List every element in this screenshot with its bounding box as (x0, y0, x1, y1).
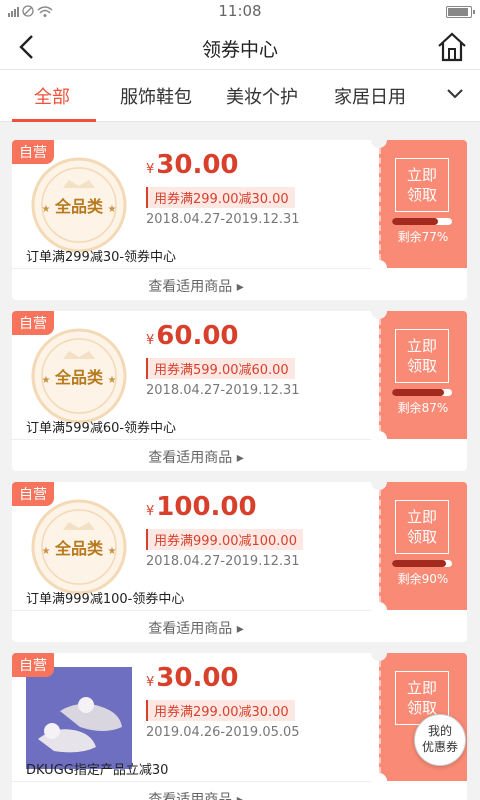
remaining-text: 剩余77% (397, 230, 449, 244)
divider (12, 781, 380, 782)
claim-panel[interactable]: 立即 领取 剩余87% (371, 311, 467, 447)
status-time: 11:08 (218, 2, 262, 20)
self-operated-tag: 自营 (12, 653, 54, 677)
coupon-date: 2018.04.27-2019.12.31 (146, 212, 300, 227)
view-applicable-goods-link[interactable]: 查看适用商品 ▸ (12, 789, 380, 800)
status-bar: 11:08 (0, 0, 480, 24)
coupon-description: DKUGG指定产品立减30 (26, 763, 169, 778)
chevron-down-icon[interactable] (446, 87, 464, 101)
self-operated-tag: 自营 (12, 482, 54, 506)
remaining-progress (392, 560, 452, 567)
tab-beauty[interactable]: 美妆个护 (226, 83, 298, 109)
badge-label: 全品类 (54, 197, 104, 216)
svg-text:★: ★ (42, 375, 51, 386)
coupon-date: 2018.04.27-2019.12.31 (146, 383, 300, 398)
coupon-card: 自营 ¥30.00 用券满299.00减30.00 2019.04.26-201… (12, 653, 467, 800)
divider (12, 268, 380, 269)
coupon-amount: ¥30.00 (146, 150, 239, 180)
svg-text:★: ★ (42, 546, 51, 557)
remaining-text: 剩余87% (397, 401, 449, 415)
claim-panel[interactable]: 立即 领取 剩余77% (371, 140, 467, 276)
remaining-text: 剩余90% (397, 572, 449, 586)
badge-label: 全品类 (54, 368, 104, 387)
home-icon[interactable] (436, 31, 468, 63)
coupon-description: 订单满999减100-领券中心 (26, 592, 185, 607)
coupon-condition: 用券满299.00减30.00 (146, 700, 295, 721)
badge-label: 全品类 (54, 539, 104, 558)
view-applicable-goods-link[interactable]: 查看适用商品 ▸ (12, 447, 380, 467)
coupon-condition: 用券满299.00减30.00 (146, 187, 295, 208)
page-title: 领券中心 (201, 39, 278, 61)
claim-button[interactable]: 立即 领取 (395, 158, 449, 212)
tab-apparel[interactable]: 服饰鞋包 (120, 83, 192, 109)
remaining-progress (392, 218, 452, 225)
all-category-badge-icon: 全品类 ★ ★ (31, 328, 127, 424)
self-operated-tag: 自营 (12, 140, 54, 164)
self-operated-tag: 自营 (12, 311, 54, 335)
category-tabs: 全部 服饰鞋包 美妆个护 家居日用 (0, 70, 480, 122)
svg-text:★: ★ (108, 375, 117, 386)
view-applicable-goods-link[interactable]: 查看适用商品 ▸ (12, 276, 380, 296)
active-tab-indicator (12, 119, 96, 122)
coupon-condition: 用券满599.00减60.00 (146, 358, 295, 379)
view-applicable-goods-link[interactable]: 查看适用商品 ▸ (12, 618, 380, 638)
coupon-amount: ¥60.00 (146, 321, 239, 351)
coupon-amount: ¥30.00 (146, 663, 239, 693)
claim-button[interactable]: 立即 领取 (395, 329, 449, 383)
svg-text:★: ★ (108, 204, 117, 215)
divider (12, 439, 380, 440)
nav-bar: 领券中心 (0, 24, 480, 70)
coupon-card: 全品类 ★ ★ 自营 ¥60.00 用券满599.00减60.00 2018.0… (12, 311, 467, 471)
coupon-date: 2018.04.27-2019.12.31 (146, 554, 300, 569)
coupon-card: 全品类 ★ ★ 自营 ¥100.00 用券满999.00减100.00 2018… (12, 482, 467, 642)
divider (12, 610, 380, 611)
my-coupons-button[interactable]: 我的 优惠券 (414, 714, 466, 766)
claim-panel[interactable]: 立即 领取 剩余90% (371, 482, 467, 618)
coupon-date: 2019.04.26-2019.05.05 (146, 725, 300, 740)
svg-text:★: ★ (42, 204, 51, 215)
coupon-description: 订单满299减30-领券中心 (26, 250, 177, 265)
all-category-badge-icon: 全品类 ★ ★ (31, 157, 127, 253)
claim-button[interactable]: 立即 领取 (395, 500, 449, 554)
all-category-badge-icon: 全品类 ★ ★ (31, 499, 127, 595)
shoe-product-image (26, 667, 132, 769)
coupon-condition: 用券满999.00减100.00 (146, 529, 303, 550)
coupon-amount: ¥100.00 (146, 492, 257, 522)
tab-home[interactable]: 家居日用 (334, 83, 406, 109)
coupon-card: 全品类 ★ ★ 自营 ¥30.00 用券满299.00减30.00 2018.0… (12, 140, 467, 300)
svg-text:★: ★ (108, 546, 117, 557)
tab-all[interactable]: 全部 (34, 83, 70, 109)
remaining-progress (392, 389, 452, 396)
battery-icon (446, 6, 475, 18)
coupon-description: 订单满599减60-领券中心 (26, 421, 177, 436)
